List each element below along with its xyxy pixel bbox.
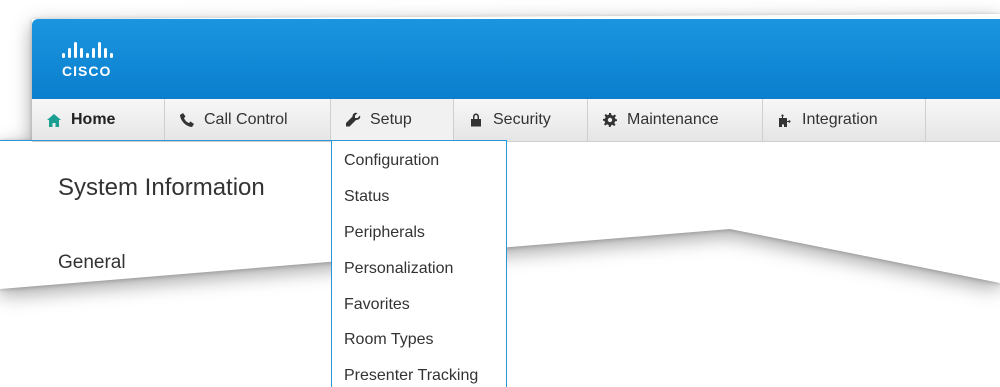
menu-item-favorites[interactable]: Favorites	[344, 296, 410, 314]
nav-home-label: Home	[71, 111, 116, 128]
cisco-logo[interactable]: CISCO	[62, 42, 132, 80]
menu-item-room-types[interactable]: Room Types	[344, 331, 434, 349]
section-title-general: General	[58, 252, 126, 273]
app-header: CISCO	[32, 19, 1000, 99]
cisco-logo-text: CISCO	[62, 63, 112, 79]
gear-icon	[602, 112, 618, 128]
menu-item-configuration[interactable]: Configuration	[344, 152, 439, 170]
nav-call-control-label: Call Control	[204, 111, 288, 128]
nav-integration[interactable]: Integration	[763, 99, 926, 141]
lock-icon	[468, 112, 484, 128]
wrench-icon	[345, 112, 361, 128]
menu-item-personalization[interactable]: Personalization	[344, 260, 453, 278]
nav-home[interactable]: Home	[32, 99, 165, 141]
nav-maintenance[interactable]: Maintenance	[588, 99, 763, 141]
page-title: System Information	[58, 174, 265, 201]
cisco-logo-bars	[62, 42, 132, 58]
nav-setup[interactable]: Setup	[331, 99, 454, 141]
menu-item-status[interactable]: Status	[344, 188, 389, 206]
home-icon	[46, 112, 62, 128]
nav-security-label: Security	[493, 111, 551, 128]
callout-line	[0, 140, 332, 141]
nav-integration-label: Integration	[802, 111, 878, 128]
nav-security[interactable]: Security	[454, 99, 588, 141]
nav-call-control[interactable]: Call Control	[165, 99, 331, 141]
main-nav: Home Call Control Setup Security Mainten…	[32, 99, 1000, 142]
setup-dropdown-menu: Configuration Status Peripherals Persona…	[331, 140, 507, 387]
nav-maintenance-label: Maintenance	[627, 111, 719, 128]
phone-icon	[179, 112, 195, 128]
menu-item-peripherals[interactable]: Peripherals	[344, 224, 425, 242]
puzzle-icon	[777, 112, 793, 128]
nav-setup-label: Setup	[370, 111, 412, 128]
menu-item-presenter-tracking[interactable]: Presenter Tracking	[344, 367, 478, 385]
